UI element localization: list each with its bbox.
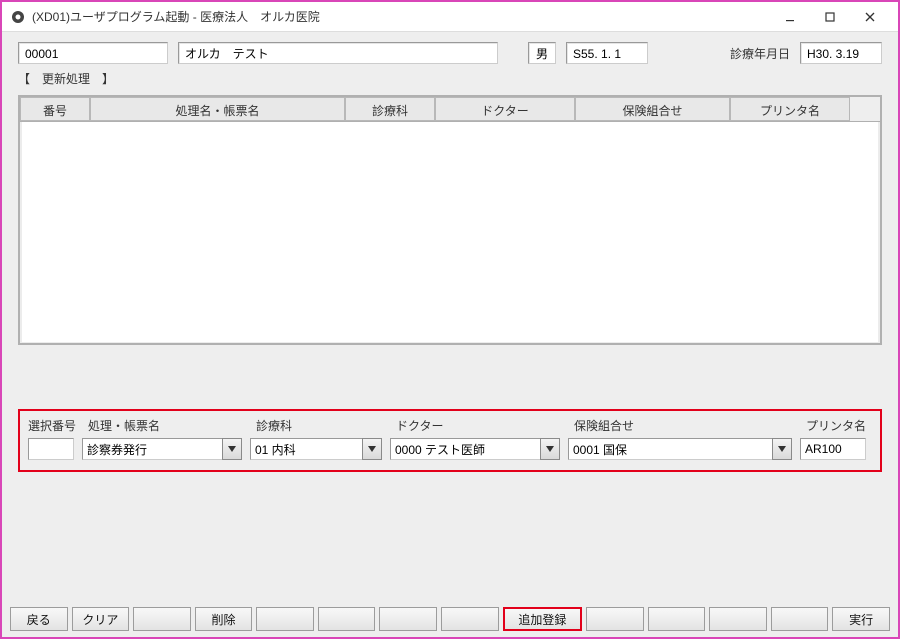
insurance-label: 保険組合せ: [574, 417, 806, 434]
doctor-input[interactable]: [390, 438, 540, 460]
col-printer: プリンタ名: [730, 97, 850, 121]
result-table: 番号 処理名・帳票名 診療科 ドクター 保険組合せ プリンタ名: [18, 95, 882, 345]
col-no: 番号: [20, 97, 90, 121]
doctor-dropdown-button[interactable]: [540, 438, 560, 460]
dept-label: 診療科: [256, 417, 396, 434]
sel-no-label: 選択番号: [28, 417, 88, 434]
process-dropdown-button[interactable]: [222, 438, 242, 460]
chevron-down-icon: [546, 446, 554, 452]
clear-button[interactable]: クリア: [72, 607, 130, 631]
blank-button-8[interactable]: .: [709, 607, 767, 631]
back-button[interactable]: 戻る: [10, 607, 68, 631]
printer-input[interactable]: [800, 438, 866, 460]
close-button[interactable]: [850, 3, 890, 31]
blank-button-9[interactable]: .: [771, 607, 829, 631]
patient-name-field: オルカ テスト: [178, 42, 498, 64]
patient-id-field: 00001: [18, 42, 168, 64]
table-body: [22, 122, 878, 342]
chevron-down-icon: [778, 446, 786, 452]
chevron-down-icon: [368, 446, 376, 452]
process-label: 処理・帳票名: [88, 417, 256, 434]
dept-dropdown-button[interactable]: [362, 438, 382, 460]
blank-button-3[interactable]: .: [318, 607, 376, 631]
insurance-dropdown-button[interactable]: [772, 438, 792, 460]
dept-input[interactable]: [250, 438, 362, 460]
add-button[interactable]: 追加登録: [503, 607, 582, 631]
blank-button-5[interactable]: .: [441, 607, 499, 631]
process-combo[interactable]: [82, 438, 242, 460]
process-input[interactable]: [82, 438, 222, 460]
blank-button-6[interactable]: .: [586, 607, 644, 631]
col-insurance: 保険組合せ: [575, 97, 730, 121]
minimize-button[interactable]: [770, 3, 810, 31]
blank-button-1[interactable]: .: [133, 607, 191, 631]
visit-date-label: 診療年月日: [730, 45, 790, 62]
window-title: (XD01)ユーザプログラム起動 - 医療法人 オルカ医院: [32, 8, 770, 25]
maximize-button[interactable]: [810, 3, 850, 31]
col-dept: 診療科: [345, 97, 435, 121]
titlebar: (XD01)ユーザプログラム起動 - 医療法人 オルカ医院: [2, 2, 898, 32]
insurance-combo[interactable]: [568, 438, 792, 460]
patient-birth-field: S55. 1. 1: [566, 42, 648, 64]
insurance-input[interactable]: [568, 438, 772, 460]
visit-date-field: H30. 3.19: [800, 42, 882, 64]
blank-button-4[interactable]: .: [379, 607, 437, 631]
blank-button-2[interactable]: .: [256, 607, 314, 631]
printer-label: プリンタ名: [806, 417, 882, 434]
col-doctor: ドクター: [435, 97, 575, 121]
delete-button[interactable]: 削除: [195, 607, 253, 631]
sel-no-input[interactable]: [28, 438, 74, 460]
section-mode-label: 【 更新処理 】: [18, 72, 114, 86]
blank-button-7[interactable]: .: [648, 607, 706, 631]
entry-form-highlight: 選択番号 処理・帳票名 診療科 ドクター 保険組合せ プリンタ名: [18, 409, 882, 472]
doctor-combo[interactable]: [390, 438, 560, 460]
chevron-down-icon: [228, 446, 236, 452]
exec-button[interactable]: 実行: [832, 607, 890, 631]
patient-sex-field: 男: [528, 42, 556, 64]
col-process: 処理名・帳票名: [90, 97, 345, 121]
doctor-label: ドクター: [396, 417, 574, 434]
app-icon: [10, 9, 26, 25]
dept-combo[interactable]: [250, 438, 382, 460]
